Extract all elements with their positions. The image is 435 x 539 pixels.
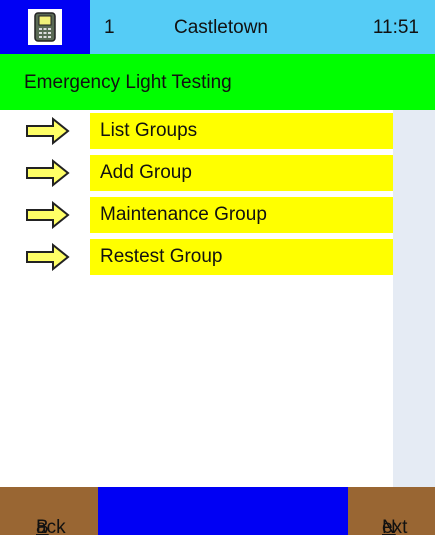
restest-group-button[interactable]: Restest Group (90, 239, 393, 275)
right-arrow-icon (26, 117, 70, 145)
menu-row-add-group: Add Group (0, 155, 393, 191)
status-count: 1 (104, 17, 115, 38)
back-button[interactable]: Back (0, 487, 98, 538)
menu-row-list-groups: List Groups (0, 113, 393, 149)
next-label-rest: ext (382, 517, 408, 538)
back-label-rest: ack (36, 517, 66, 538)
add-group-label: Add Group (100, 162, 192, 183)
title-bar: Emergency Light Testing (0, 54, 435, 110)
list-groups-button[interactable]: List Groups (90, 113, 393, 149)
right-arrow-icon (26, 243, 70, 271)
menu-row-maintenance-group: Maintenance Group (0, 197, 393, 233)
bottom-bar: Back Next (0, 487, 435, 538)
status-time: 11:51 (372, 17, 419, 38)
restest-group-label: Restest Group (100, 246, 223, 267)
add-group-button[interactable]: Add Group (90, 155, 393, 191)
device-icon-tile[interactable] (0, 0, 90, 54)
maintenance-group-button[interactable]: Maintenance Group (90, 197, 393, 233)
list-groups-label: List Groups (100, 120, 198, 141)
next-button[interactable]: Next (348, 487, 435, 538)
handheld-device-icon (34, 12, 56, 42)
status-bar: 1 Castletown 11:51 (0, 0, 435, 54)
maintenance-group-label: Maintenance Group (100, 204, 267, 225)
page-title: Emergency Light Testing (24, 72, 232, 93)
status-location: Castletown (174, 17, 268, 38)
right-arrow-icon (26, 159, 70, 187)
right-scroll-strip (393, 110, 435, 487)
menu-row-restest-group: Restest Group (0, 239, 393, 275)
right-arrow-icon (26, 201, 70, 229)
